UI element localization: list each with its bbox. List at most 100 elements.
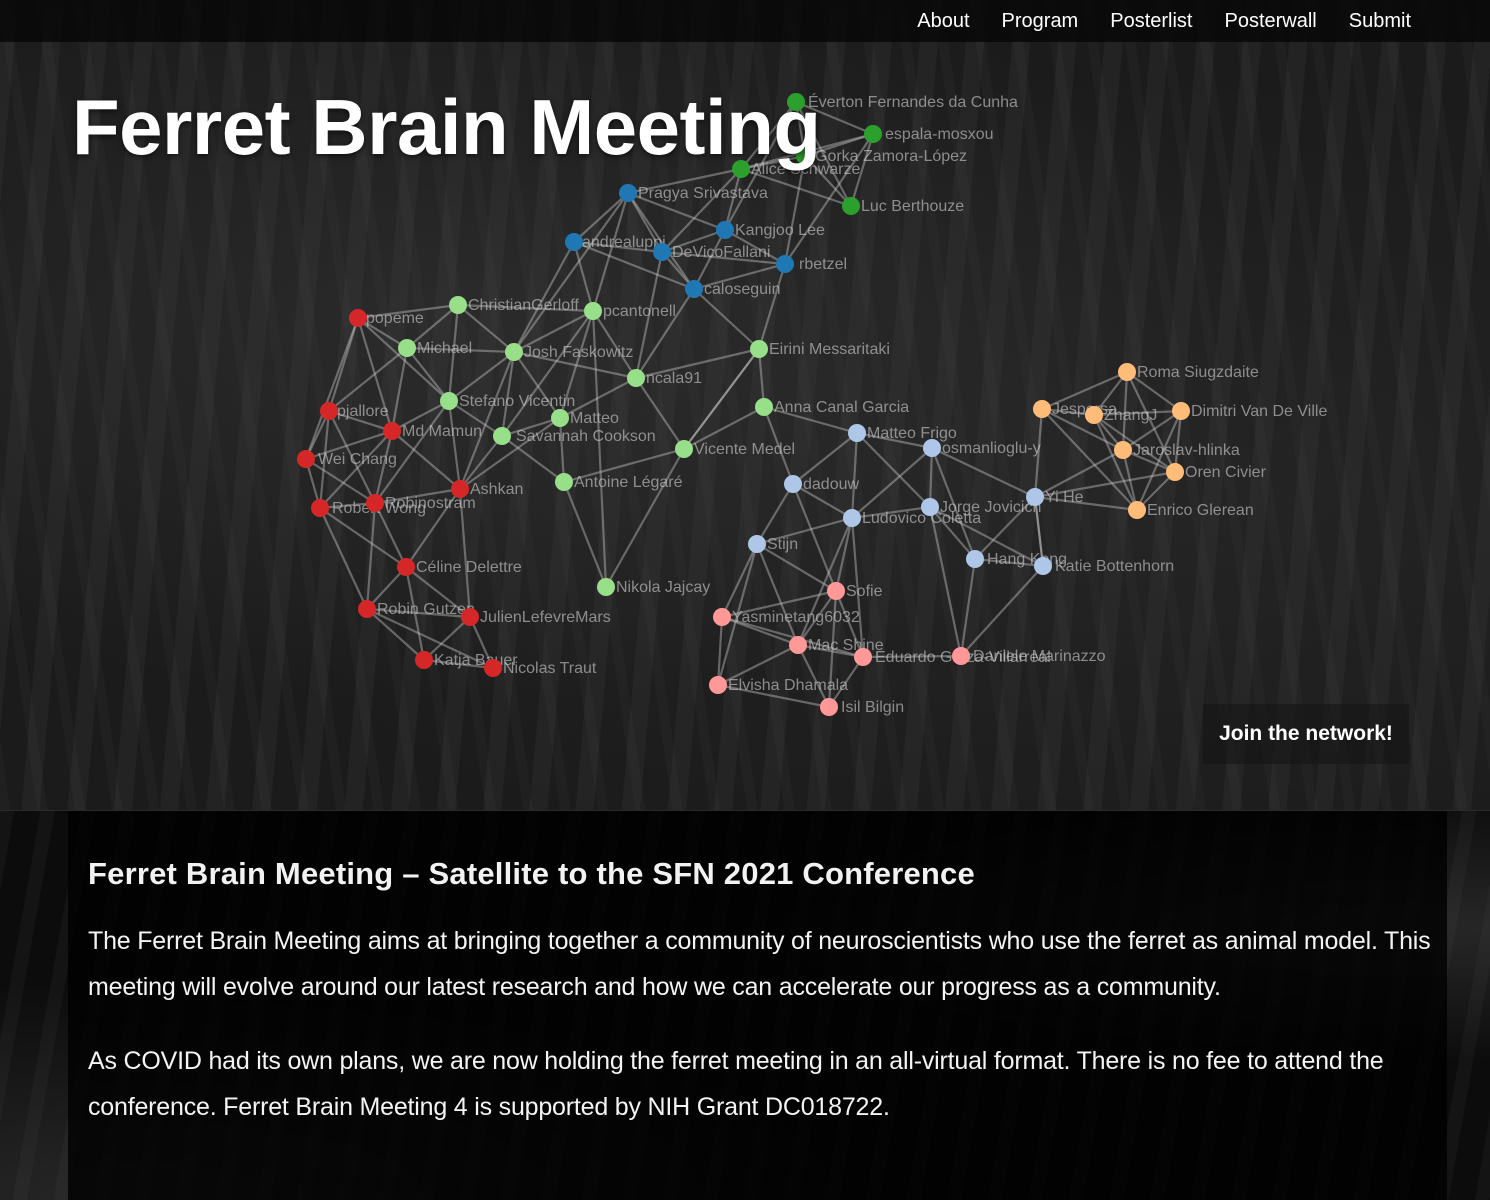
node-label: JulienLefevreMars <box>480 609 611 626</box>
network-node[interactable] <box>597 578 615 596</box>
network-node[interactable] <box>864 125 882 143</box>
network-node[interactable] <box>713 608 731 626</box>
intro-section: Ferret Brain Meeting – Satellite to the … <box>88 856 1433 1158</box>
network-node[interactable] <box>952 647 970 665</box>
node-label: pjallore <box>337 403 389 420</box>
network-node[interactable] <box>755 398 773 416</box>
node-label: Stijn <box>767 536 798 553</box>
network-node[interactable] <box>1114 441 1132 459</box>
network-node[interactable] <box>843 509 861 527</box>
network-node[interactable] <box>320 402 338 420</box>
node-label: Dimitri Van De Ville <box>1191 403 1327 420</box>
network-node[interactable] <box>923 439 941 457</box>
node-label: Roma Siugzdaite <box>1137 364 1259 381</box>
network-node[interactable] <box>1033 400 1051 418</box>
node-label: ChristianGerloff <box>468 297 579 314</box>
node-label: Enrico Glerean <box>1147 502 1254 519</box>
node-label: Jaroslav-hlinka <box>1133 442 1240 459</box>
node-label: Eirini Messaritaki <box>769 341 890 358</box>
node-label: Stefano Vicentin <box>459 393 575 410</box>
network-node[interactable] <box>440 392 458 410</box>
network-node[interactable] <box>1026 488 1044 506</box>
node-label: Kangjoo Lee <box>735 222 825 239</box>
network-node[interactable] <box>297 450 315 468</box>
network-node[interactable] <box>675 440 693 458</box>
join-network-button[interactable]: Join the network! <box>1203 704 1409 764</box>
network-node[interactable] <box>848 424 866 442</box>
network-node[interactable] <box>555 473 573 491</box>
network-edge <box>357 317 450 402</box>
node-label: Daniele Marinazzo <box>973 648 1106 665</box>
network-node[interactable] <box>619 184 637 202</box>
network-edge <box>693 288 760 350</box>
network-node[interactable] <box>921 498 939 516</box>
network-edge <box>605 448 685 588</box>
hero-section: Éverton Fernandes da Cunha espala-mosxou G… <box>0 0 1490 811</box>
network-node[interactable] <box>627 369 645 387</box>
intro-paragraph-1: The Ferret Brain Meeting aims at bringin… <box>88 927 1431 1001</box>
network-node[interactable] <box>854 648 872 666</box>
network-node[interactable] <box>505 343 523 361</box>
network-node[interactable] <box>1166 463 1184 481</box>
network-edge <box>928 506 963 657</box>
network-node[interactable] <box>1034 557 1052 575</box>
node-label: Ashkan <box>470 481 523 498</box>
node-label: Luc Berthouze <box>861 198 964 215</box>
network-node[interactable] <box>584 302 602 320</box>
node-label: popeme <box>366 310 424 327</box>
network-node[interactable] <box>349 309 367 327</box>
network-node[interactable] <box>1085 406 1103 424</box>
node-label: Sofie <box>846 583 883 600</box>
network-node[interactable] <box>461 608 479 626</box>
network-node[interactable] <box>653 243 671 261</box>
network-node[interactable] <box>685 280 703 298</box>
network-node[interactable] <box>748 535 766 553</box>
network-edge <box>755 543 800 646</box>
network-node[interactable] <box>750 340 768 358</box>
node-label: dadouw <box>803 476 859 493</box>
node-label: Vicente Medel <box>694 441 795 458</box>
node-label: ZhangJ <box>1104 407 1157 424</box>
network-node[interactable] <box>366 494 384 512</box>
network-edge <box>390 347 409 432</box>
network-edge <box>791 483 838 592</box>
network-node[interactable] <box>842 197 860 215</box>
network-node[interactable] <box>966 550 984 568</box>
network-node[interactable] <box>449 296 467 314</box>
node-label: osmanlioglu-y <box>942 440 1041 457</box>
network-edge <box>562 481 608 588</box>
network-node[interactable] <box>1118 363 1136 381</box>
network-node[interactable] <box>415 651 433 669</box>
network-node[interactable] <box>383 422 401 440</box>
node-label: Éverton Fernandes da Cunha <box>808 92 1018 111</box>
network-edge <box>447 400 462 490</box>
network-node[interactable] <box>397 558 415 576</box>
network-node[interactable] <box>358 600 376 618</box>
node-label: Ludovico Coletta <box>862 510 981 527</box>
network-edge <box>757 263 787 350</box>
network-node[interactable] <box>484 659 502 677</box>
node-label: Katie Bottenhorn <box>1055 558 1174 575</box>
network-node[interactable] <box>311 499 329 517</box>
network-node[interactable] <box>451 480 469 498</box>
network-node[interactable] <box>784 475 802 493</box>
network-node[interactable] <box>1128 501 1146 519</box>
network-edge <box>304 317 360 460</box>
node-label: Anna Canal Garcia <box>774 399 909 416</box>
network-node[interactable] <box>820 698 838 716</box>
network-node[interactable] <box>827 582 845 600</box>
network-node[interactable] <box>1172 402 1190 420</box>
network-node[interactable] <box>565 233 583 251</box>
network-edge <box>513 192 629 353</box>
node-label: Isil Bilgin <box>841 699 904 716</box>
network-node[interactable] <box>551 409 569 427</box>
network-node[interactable] <box>709 676 727 694</box>
node-label: Céline Delettre <box>416 559 522 576</box>
network-node[interactable] <box>789 636 807 654</box>
network-node[interactable] <box>716 221 734 239</box>
node-label: Nikola Jajcay <box>616 579 710 596</box>
network-node[interactable] <box>398 339 416 357</box>
node-label: Yasminetang6032 <box>732 609 860 626</box>
network-node[interactable] <box>776 255 794 273</box>
network-node[interactable] <box>493 427 511 445</box>
